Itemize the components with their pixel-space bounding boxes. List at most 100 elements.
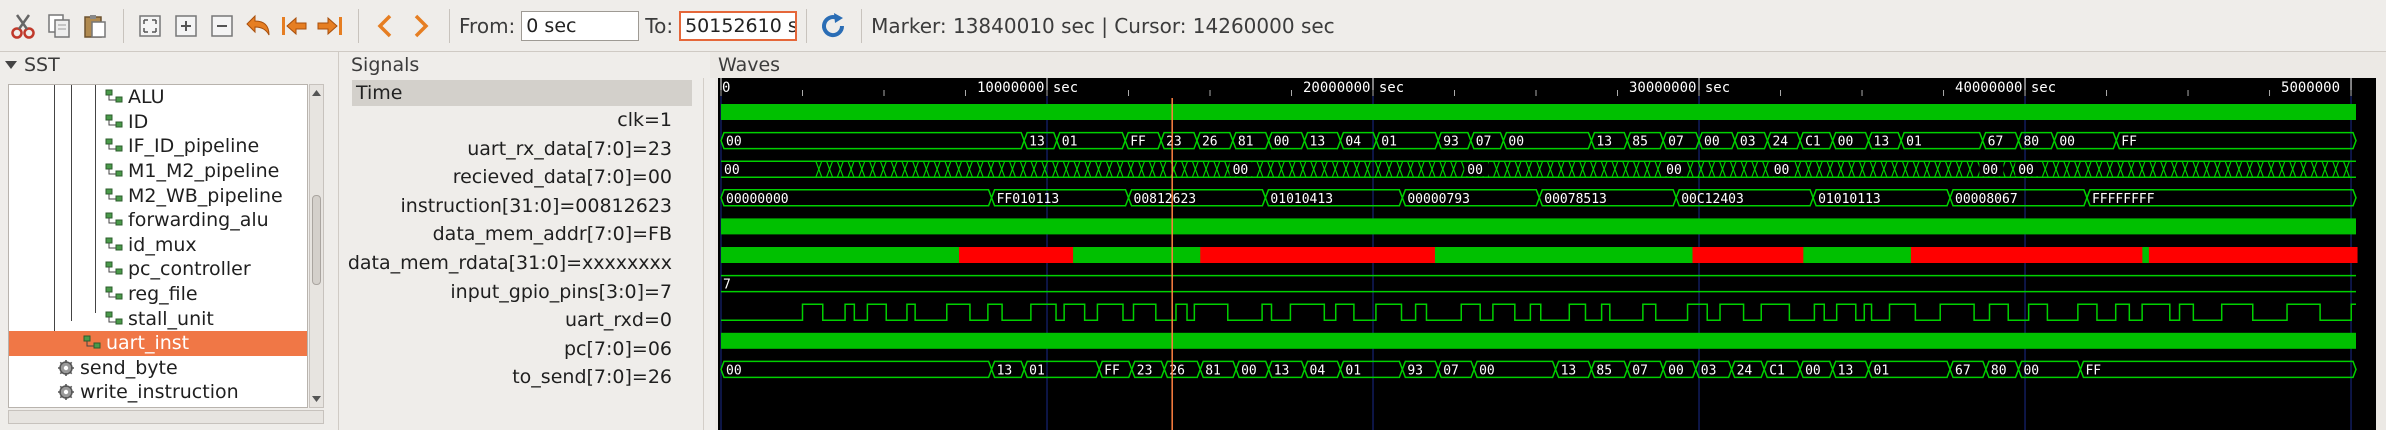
zoom-fit-icon[interactable] [133,7,167,45]
bus-value-label: 67 [1988,135,2004,150]
bus-value-label: 00078513 [1544,192,1607,207]
sst-tree[interactable]: ALU ID IF_ID_pipeline M1_M2_pipeline M2_WB_p… [8,84,308,408]
signal-name-row[interactable]: instruction[31:0]=00812623 [401,192,672,220]
bus-value-label: 00 [1668,363,1684,378]
gear-icon [58,384,74,401]
bus-value-label: 00 [1838,135,1854,150]
bus-value-label: 03 [1740,135,1756,150]
toolbar-separator [861,8,863,43]
tree-item-label: reg_file [128,283,198,306]
expander-down-icon[interactable] [4,58,18,72]
paste-icon[interactable] [78,7,112,45]
sst-tree-item[interactable]: uart_inst [9,331,307,356]
sst-tree-item[interactable]: M1_M2_pipeline [9,159,307,184]
sst-tree-item[interactable]: id_mux [9,233,307,258]
sst-tree-item[interactable]: reg_file [9,282,307,307]
bus-value-label: 00 [726,135,742,150]
sst-header[interactable]: SST [4,54,60,76]
pane-divider[interactable] [703,78,715,430]
tree-item-label: ID [128,110,149,133]
signal-name-row[interactable]: data_mem_addr[7:0]=FB [433,220,672,248]
tree-item-label: uart_inst [106,332,190,355]
signal-name-row[interactable]: input_gpio_pins[3:0]=7 [450,278,672,306]
bus-value-label: 07 [1632,363,1648,378]
signal-name-row[interactable]: data_mem_rdata[31:0]=xxxxxxxx [348,249,672,277]
undo-zoom-icon[interactable] [241,7,275,45]
signal-name-row[interactable]: recieved_data[7:0]=00 [453,163,672,191]
bus-segment [720,131,1025,150]
time-ruler [718,78,2376,98]
signal-names-list[interactable]: clk=1 uart_rx_data[7:0]=23 recieved_data[7… [348,106,692,406]
from-input[interactable]: 0 sec [521,10,640,41]
toolbar-separator [123,8,124,43]
signal-name-row[interactable]: uart_rxd=0 [565,306,672,334]
sst-tree-item[interactable]: ID [9,110,307,135]
module-hierarchy-icon [105,237,123,251]
sst-tree-item[interactable]: write_instruction [9,380,307,405]
module-hierarchy-icon [105,261,123,275]
zoom-in-icon[interactable] [169,7,203,45]
bus-value-label: 93 [1407,363,1423,378]
bus-value-label: 13 [1596,135,1612,150]
waves-canvas[interactable]: 0 10000000 sec 20000000 sec 30000000 sec 400… [718,78,2376,430]
bus-value-label: 80 [2023,135,2039,150]
scroll-down-icon[interactable] [310,393,323,405]
sst-tree-item[interactable]: ALU [9,85,307,110]
sst-hscrollbar[interactable] [8,410,324,424]
next-edge-icon[interactable] [404,7,438,45]
copy-icon[interactable] [42,7,76,45]
zoom-out-icon[interactable] [205,7,239,45]
bus-value-label: 85 [1632,135,1648,150]
sst-scrollbar[interactable] [309,84,324,408]
reload-icon[interactable] [816,7,850,45]
bus-value-label: 13 [997,363,1013,378]
bus-value-label: 00812623 [1134,192,1197,207]
module-hierarchy-icon [105,138,123,152]
signals-time-header[interactable]: Time [352,80,692,106]
dense-value-label: 00 [1233,163,1249,178]
bus-value-label: FF010113 [997,192,1060,207]
go-start-icon[interactable] [277,7,311,45]
bus-value-label: 81 [1238,135,1254,150]
bus-value-label: 00 [726,363,742,378]
bus-value-label: FF [2085,363,2101,378]
sst-scroll-thumb[interactable] [312,195,321,285]
bus-value-label: 13 [1310,135,1326,150]
to-input[interactable]: 50152610 se [679,10,798,41]
prev-edge-icon[interactable] [368,7,402,45]
bus-value-label: 00000000 [726,192,789,207]
sst-tree-item[interactable]: M2_WB_pipeline [9,183,307,208]
go-end-icon[interactable] [313,7,347,45]
waveform-svg[interactable]: 0 10000000 sec 20000000 sec 30000000 sec 400… [718,78,2376,430]
bus-value-label: 01 [1029,363,1045,378]
bus-value-label: 00 [1479,363,1495,378]
sst-tree-item[interactable]: IF_ID_pipeline [9,134,307,159]
bus-value-label: 01 [1345,363,1361,378]
bus-value-label: 01010113 [1818,192,1881,207]
dense-value-label: 00 [1774,163,1790,178]
gtkwave-window: From: 0 sec To: 50152610 se Marker: 1384… [0,0,2386,430]
signal-name-row[interactable]: clk=1 [617,106,672,134]
bus-value-label: 01 [1381,135,1397,150]
bus-value-label: FF [1104,363,1120,378]
sst-tree-item[interactable]: stall_unit [9,306,307,331]
bus-value-label: 00 [1704,135,1720,150]
rdata-undefined-range [1692,247,1804,263]
tree-item-label: send_byte [80,356,178,379]
sst-tree-item[interactable]: send_byte [9,356,307,381]
gpio-value-label: 7 [723,278,731,293]
bus-value-label: 13 [1561,363,1577,378]
time-tick-label: 30000000 sec [1629,80,1730,96]
signal-name-row[interactable]: to_send[7:0]=26 [512,363,672,391]
rdata-undefined-range [958,247,1074,263]
time-tick-label: 5000000 [2281,80,2340,96]
cut-icon[interactable] [6,7,40,45]
signal-name-row[interactable]: pc[7:0]=06 [564,335,672,363]
sst-tree-item[interactable]: forwarding_alu [9,208,307,233]
signal-name-row[interactable]: uart_rx_data[7:0]=23 [467,135,672,163]
sst-tree-item[interactable]: pc_controller [9,257,307,282]
dense-value-label: 00 [1982,163,1998,178]
module-hierarchy-icon [105,286,123,300]
scroll-up-icon[interactable] [310,87,323,99]
bus-value-label: 01010413 [1270,192,1333,207]
